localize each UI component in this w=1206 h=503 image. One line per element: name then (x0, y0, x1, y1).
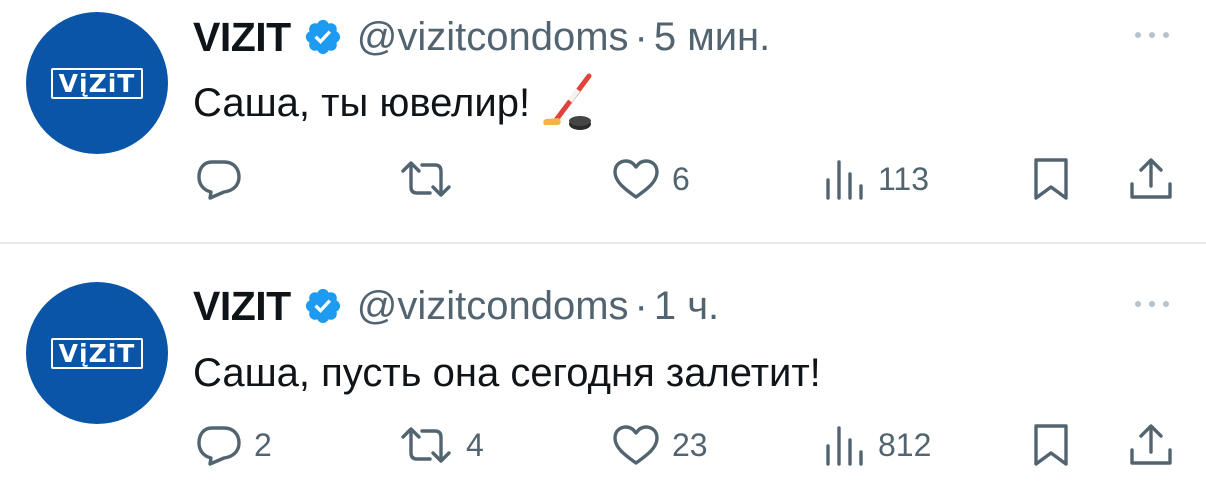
views-button[interactable]: 113 (822, 154, 929, 204)
account-handle[interactable]: @vizitcondoms (357, 284, 629, 329)
retweet-count: 4 (466, 426, 484, 463)
views-icon (826, 426, 863, 466)
views-icon (826, 160, 863, 200)
retweet-button[interactable] (398, 154, 466, 204)
verified-badge-icon (305, 19, 340, 55)
action-bar: 2 4 23 812 (0, 420, 1206, 470)
vizit-logo: VįZiT (50, 337, 144, 369)
heart-icon (613, 425, 659, 465)
reply-button[interactable] (196, 154, 254, 204)
avatar[interactable]: VįZiT (26, 12, 168, 154)
retweet-icon (401, 427, 451, 463)
views-count: 113 (878, 160, 930, 197)
action-bar: 6 113 (0, 154, 1206, 204)
account-name[interactable]: VIZIT (193, 14, 291, 61)
share-button[interactable] (1128, 420, 1174, 470)
views-button[interactable]: 812 (822, 420, 931, 470)
timestamp[interactable]: 5 мин. (654, 15, 770, 60)
more-icon[interactable] (1132, 297, 1172, 311)
like-count: 6 (672, 160, 690, 197)
tweet-divider (0, 242, 1206, 244)
tweet[interactable]: VįZiT VIZIT @vizitcondoms · 5 мин. Саша,… (0, 0, 1206, 242)
reply-icon (197, 160, 241, 200)
retweet-button[interactable]: 4 (398, 420, 484, 470)
account-name[interactable]: VIZIT (193, 283, 291, 330)
reply-button[interactable]: 2 (196, 420, 272, 470)
tweet-text-container: Саша, ты ювелир! (193, 73, 596, 131)
tweet-header: VIZIT @vizitcondoms · 1 ч. (193, 281, 719, 331)
share-icon (1130, 158, 1172, 199)
reply-count: 2 (254, 426, 272, 463)
tweet[interactable]: VįZiT VIZIT @vizitcondoms · 1 ч. Саша, п… (0, 245, 1206, 503)
like-button[interactable]: 23 (612, 420, 708, 470)
verified-badge-icon (305, 288, 340, 324)
vizit-logo: VįZiT (50, 67, 144, 99)
account-handle[interactable]: @vizitcondoms (357, 15, 629, 60)
tweet-text-container: Саша, пусть она сегодня залетит! (193, 345, 821, 401)
views-count: 812 (878, 426, 932, 463)
separator-dot: · (634, 14, 648, 59)
bookmark-button[interactable] (1032, 420, 1070, 470)
reply-icon (197, 426, 241, 466)
heart-icon (613, 159, 659, 199)
bookmark-icon (1034, 158, 1068, 200)
bookmark-icon (1034, 424, 1068, 466)
retweet-icon (401, 161, 451, 197)
timestamp[interactable]: 1 ч. (654, 284, 719, 329)
like-count: 23 (672, 426, 708, 463)
avatar[interactable]: VįZiT (26, 282, 168, 424)
separator-dot: · (634, 283, 648, 328)
ice-hockey-icon (543, 73, 592, 130)
more-icon[interactable] (1132, 28, 1172, 42)
share-icon (1130, 424, 1172, 465)
bookmark-button[interactable] (1032, 154, 1070, 204)
like-button[interactable]: 6 (612, 154, 690, 204)
tweet-text: Саша, пусть она сегодня залетит! (193, 350, 821, 395)
share-button[interactable] (1128, 154, 1174, 204)
tweet-header: VIZIT @vizitcondoms · 5 мин. (193, 12, 770, 62)
tweet-text: Саша, ты ювелир! (193, 80, 531, 125)
